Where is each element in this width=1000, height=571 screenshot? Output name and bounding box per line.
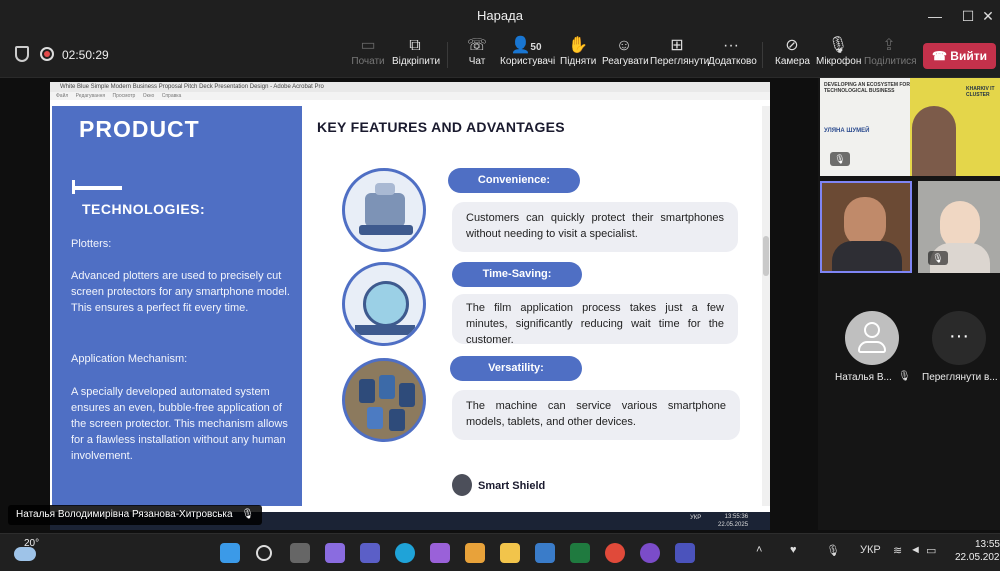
- feature-card-time-saving: The film application process takes just …: [452, 294, 738, 346]
- feature-card-convenience: Customers can quickly protect their smar…: [452, 202, 738, 252]
- tray-icon[interactable]: ♥: [790, 544, 797, 556]
- more-button[interactable]: ··· Додатково: [708, 36, 757, 67]
- participants-panel: DEVELOPING AN ECOSYSTEM FOR TECHNOLOGICA…: [818, 78, 1000, 530]
- chrome-icon[interactable]: [605, 543, 625, 563]
- chat-button[interactable]: ☏ Чат: [463, 36, 491, 67]
- windows-taskbar: 20° ˄ ♥ 🎙 УКР ≋ ◄ ▭ 13:55 22.05.2025: [0, 533, 1000, 571]
- people-icon: 👤50: [510, 37, 542, 54]
- participant-video-man[interactable]: [820, 181, 912, 273]
- smile-icon: ☺: [615, 37, 633, 54]
- react-button[interactable]: ☺ Реагувати: [602, 36, 649, 67]
- more-icon: ···: [723, 37, 739, 54]
- mic-off-icon: 🎙: [830, 152, 850, 166]
- mic-off-icon: 🎙: [898, 371, 911, 382]
- people-button[interactable]: 👤50 Користувачі: [500, 36, 555, 67]
- participant-name: Наталья В...: [835, 372, 892, 383]
- mic-button[interactable]: 🎙 Мікрофон: [816, 36, 861, 67]
- leave-button[interactable]: ☎ Вийти: [923, 43, 996, 69]
- screen-icon: ▭: [360, 37, 376, 54]
- feature-pill-time-saving: Time-Saving:: [452, 262, 582, 287]
- minimize-icon[interactable]: —: [925, 6, 945, 26]
- key-features-title: KEY FEATURES AND ADVANTAGES: [317, 119, 565, 135]
- robot-illustration: [342, 168, 426, 252]
- plotters-heading: Plotters:: [71, 238, 112, 250]
- meeting-timer: 02:50:29: [62, 48, 109, 62]
- shared-window-menu: Файл Редагування Просмотр Окно Справка: [50, 92, 770, 100]
- view-button[interactable]: ⊞ Переглянути: [650, 36, 709, 67]
- share-icon: ⇪: [882, 37, 896, 54]
- mic-off-icon: 🎙: [241, 509, 255, 520]
- mic-off-icon: 🎙: [928, 251, 948, 265]
- devices-illustration: [342, 358, 426, 442]
- raise-hand-button[interactable]: ✋ Підняти: [560, 36, 596, 67]
- app-icon[interactable]: [535, 543, 555, 563]
- avatar[interactable]: [845, 311, 899, 365]
- slide-left-panel: PRODUCT TECHNOLOGIES: Plotters: Advanced…: [52, 106, 302, 506]
- hand-icon: ✋: [568, 37, 588, 54]
- mechanism-text: A specially developed automated system e…: [71, 386, 288, 462]
- wifi-icon[interactable]: ≋: [893, 544, 902, 557]
- edge-icon[interactable]: [395, 543, 415, 563]
- meeting-toolbar: 02:50:29 ▭ Почати ⧉ Відкріпити ☏ Чат 👤50 Кор…: [0, 32, 1000, 78]
- clock[interactable]: 13:55 22.05.2025: [955, 538, 1000, 564]
- shield-logo-icon: [452, 474, 472, 496]
- mechanism-heading: Application Mechanism:: [71, 353, 188, 365]
- volume-icon[interactable]: ◄: [910, 544, 921, 556]
- battery-icon[interactable]: ▭: [926, 544, 936, 557]
- teams-icon[interactable]: [360, 543, 380, 563]
- store-icon[interactable]: [430, 543, 450, 563]
- task-view-icon[interactable]: [290, 543, 310, 563]
- feature-pill-versatility: Versatility:: [450, 356, 582, 381]
- shared-window-title: White Blue Simple Modern Business Propos…: [50, 82, 770, 92]
- slide-right-panel: KEY FEATURES AND ADVANTAGES Convenience:…: [302, 106, 762, 506]
- shared-screen: White Blue Simple Modern Business Propos…: [50, 82, 770, 530]
- brand-name: Smart Shield: [478, 480, 546, 492]
- detach-button[interactable]: ⧉ Відкріпити: [392, 36, 440, 67]
- clock-illustration: [342, 262, 426, 346]
- window-title-bar: Нарада — ☐ ✕: [0, 0, 1000, 32]
- chat-icon: ☏: [466, 37, 487, 54]
- slide-technologies-subtitle: TECHNOLOGIES:: [82, 201, 206, 217]
- grid-icon: ⊞: [670, 37, 684, 54]
- folder-icon[interactable]: [500, 543, 520, 563]
- weather-icon[interactable]: [14, 547, 36, 561]
- teams-icon[interactable]: [675, 543, 695, 563]
- window-title: Нарада: [477, 8, 523, 23]
- decorative-line: [72, 186, 122, 190]
- maximize-icon[interactable]: ☐: [958, 6, 978, 26]
- chevron-up-icon[interactable]: ˄: [756, 544, 762, 556]
- start-button[interactable]: ▭ Почати: [350, 36, 386, 67]
- presenter-name-tag: Наталья Володимирівна Рязанова-Хитровськ…: [8, 505, 263, 525]
- weather-temp: 20°: [24, 538, 40, 549]
- participant-video-woman[interactable]: 🎙: [918, 181, 1000, 273]
- pop-out-icon: ⧉: [409, 37, 421, 54]
- start-icon[interactable]: [220, 543, 240, 563]
- slide-product-title: PRODUCT: [79, 116, 200, 142]
- app-icon[interactable]: [465, 543, 485, 563]
- plotters-text: Advanced plotters are used to precisely …: [71, 270, 290, 314]
- feature-pill-convenience: Convenience:: [448, 168, 580, 193]
- app-icon[interactable]: [570, 543, 590, 563]
- recording-icon: [40, 47, 54, 61]
- shield-icon: [15, 46, 29, 62]
- participant-video-uliana[interactable]: DEVELOPING AN ECOSYSTEM FOR TECHNOLOGICA…: [820, 78, 1000, 176]
- scrollbar[interactable]: [762, 106, 770, 506]
- language-indicator[interactable]: УКР: [860, 544, 881, 556]
- close-icon[interactable]: ✕: [978, 6, 998, 26]
- viber-icon[interactable]: [640, 543, 660, 563]
- mic-off-icon: 🎙: [827, 37, 849, 54]
- copilot-icon[interactable]: [325, 543, 345, 563]
- share-button[interactable]: ⇪ Поділитися: [864, 36, 917, 67]
- view-more-label: Переглянути в...: [922, 372, 998, 383]
- mic-off-icon[interactable]: 🎙: [826, 544, 840, 557]
- camera-off-icon: ⊘: [785, 37, 799, 54]
- search-icon[interactable]: [256, 545, 272, 561]
- camera-button[interactable]: ⊘ Камера: [775, 36, 810, 67]
- feature-card-versatility: The machine can service various smartpho…: [452, 390, 740, 440]
- more-participants-button[interactable]: ···: [932, 311, 986, 365]
